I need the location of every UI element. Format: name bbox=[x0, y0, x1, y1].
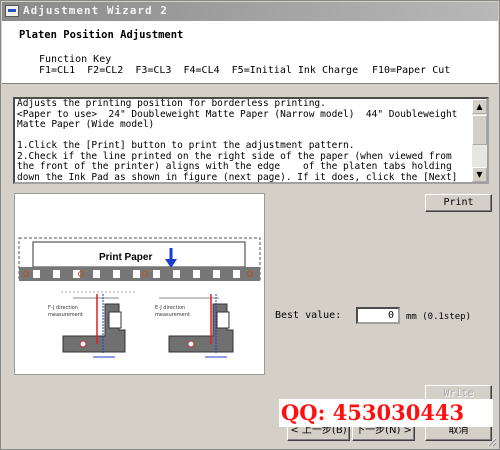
best-value-unit: mm (0.1step) bbox=[406, 312, 472, 322]
title-bar: Adjustment Wizard 2 bbox=[2, 2, 498, 21]
function-keys-line: F1=CL1 F2=CL2 F3=CL3 F4=CL4 F5=Initial I… bbox=[39, 65, 359, 76]
description-scrollbar[interactable]: ▲ ▼ bbox=[472, 99, 487, 182]
best-value-input[interactable]: 0 bbox=[356, 307, 400, 324]
paper-cut-key: F10=Paper Cut bbox=[372, 65, 451, 76]
function-key-label: Function Key bbox=[39, 54, 112, 65]
page-title: Platen Position Adjustment bbox=[19, 29, 184, 41]
print-paper-label: Print Paper bbox=[99, 252, 152, 263]
adjustment-figure: Print Paper F-J direction measurement E-… bbox=[14, 193, 265, 375]
description-box[interactable]: Adjusts the printing position for border… bbox=[13, 97, 489, 184]
app-icon bbox=[5, 5, 19, 17]
wizard-header: Platen Position Adjustment Function Key … bbox=[2, 21, 498, 84]
qq-watermark: QQ: 453030443 bbox=[279, 399, 493, 427]
description-text: Adjusts the printing position for border… bbox=[17, 98, 458, 183]
platen-diagram: Print Paper F-J direction measurement E-… bbox=[15, 194, 264, 374]
resize-grip-icon[interactable] bbox=[487, 437, 497, 447]
best-value-label: Best value: bbox=[275, 310, 342, 321]
svg-text:measurement: measurement bbox=[155, 312, 190, 318]
svg-text:F-J direction: F-J direction bbox=[48, 305, 78, 311]
scroll-up-icon[interactable]: ▲ bbox=[472, 99, 487, 114]
adjustment-wizard-window: Adjustment Wizard 2 Platen Position Adju… bbox=[0, 0, 500, 450]
window-title: Adjustment Wizard 2 bbox=[23, 4, 168, 17]
scroll-thumb[interactable] bbox=[472, 115, 487, 145]
svg-text:E-J direction: E-J direction bbox=[155, 305, 185, 311]
scroll-down-icon[interactable]: ▼ bbox=[472, 167, 487, 182]
svg-text:measurement: measurement bbox=[48, 312, 83, 318]
print-button[interactable]: Print bbox=[425, 194, 492, 212]
